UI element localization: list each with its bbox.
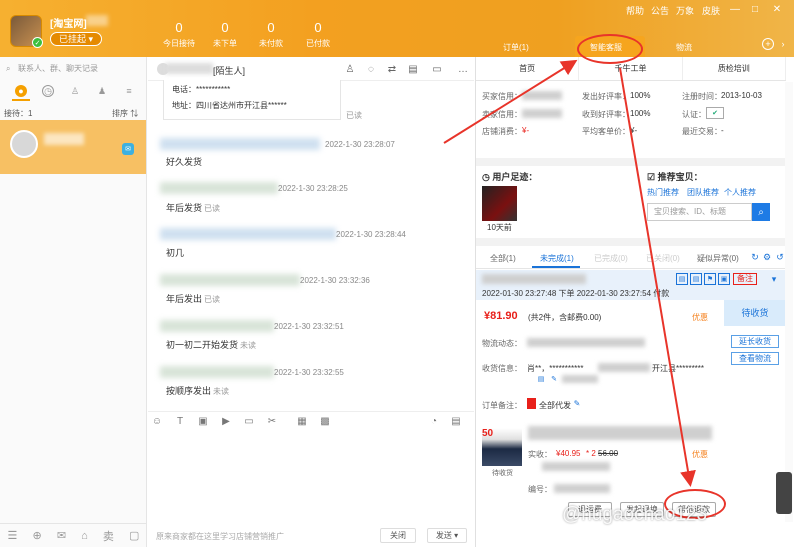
watermark-text: @hugaochao123 xyxy=(562,504,708,525)
annotation-arrows xyxy=(443,59,696,487)
annotation-arrow xyxy=(443,59,578,144)
annotation-arrow xyxy=(619,67,696,487)
